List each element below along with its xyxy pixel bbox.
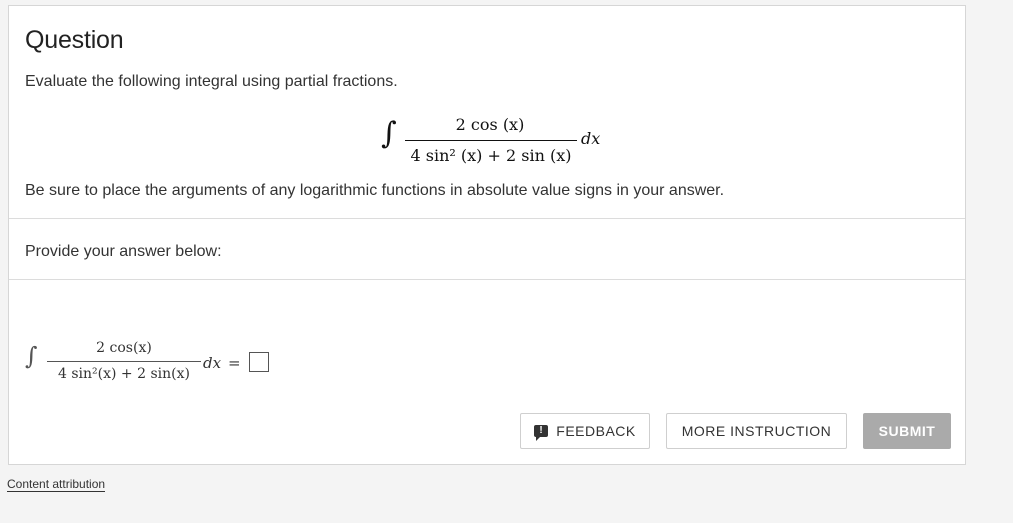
answer-equals: = xyxy=(228,354,241,372)
content-attribution-link[interactable]: Content attribution xyxy=(7,477,106,492)
answer-expression: ∫ 2 cos(x) 4 sin²(x) + 2 sin(x) dx = xyxy=(25,340,295,390)
feedback-icon: ! xyxy=(534,425,549,441)
divider xyxy=(9,279,965,280)
question-title: Question xyxy=(25,26,124,54)
question-card: Question Evaluate the following integral… xyxy=(8,5,966,465)
answer-label: Provide your answer below: xyxy=(25,243,222,260)
question-prompt: Evaluate the following integral using pa… xyxy=(25,73,398,90)
answer-input-box[interactable] xyxy=(249,352,269,372)
answer-numerator: 2 cos(x) xyxy=(96,340,152,356)
integral-sign: ∫ xyxy=(381,116,397,151)
integral-expression: ∫ 2 cos (x) 4 sin² (x) + 2 sin (x) dx xyxy=(379,110,619,174)
answer-integral-sign: ∫ xyxy=(25,342,38,370)
more-instruction-label: MORE INSTRUCTION xyxy=(681,423,832,439)
submit-button[interactable]: SUBMIT xyxy=(863,413,951,449)
integral-differential: dx xyxy=(581,129,601,148)
submit-label: SUBMIT xyxy=(878,423,936,439)
answer-fraction-bar xyxy=(47,361,201,362)
answer-differential: dx xyxy=(203,354,222,372)
feedback-label: FEEDBACK xyxy=(556,423,636,439)
feedback-button[interactable]: ! FEEDBACK xyxy=(520,413,650,449)
integral-numerator: 2 cos (x) xyxy=(455,115,525,134)
question-note: Be sure to place the arguments of any lo… xyxy=(25,182,725,199)
integral-denominator: 4 sin² (x) + 2 sin (x) xyxy=(410,146,572,165)
answer-denominator: 4 sin²(x) + 2 sin(x) xyxy=(58,366,190,382)
more-instruction-button[interactable]: MORE INSTRUCTION xyxy=(666,413,847,449)
fraction-bar xyxy=(405,140,577,141)
divider xyxy=(9,218,965,219)
